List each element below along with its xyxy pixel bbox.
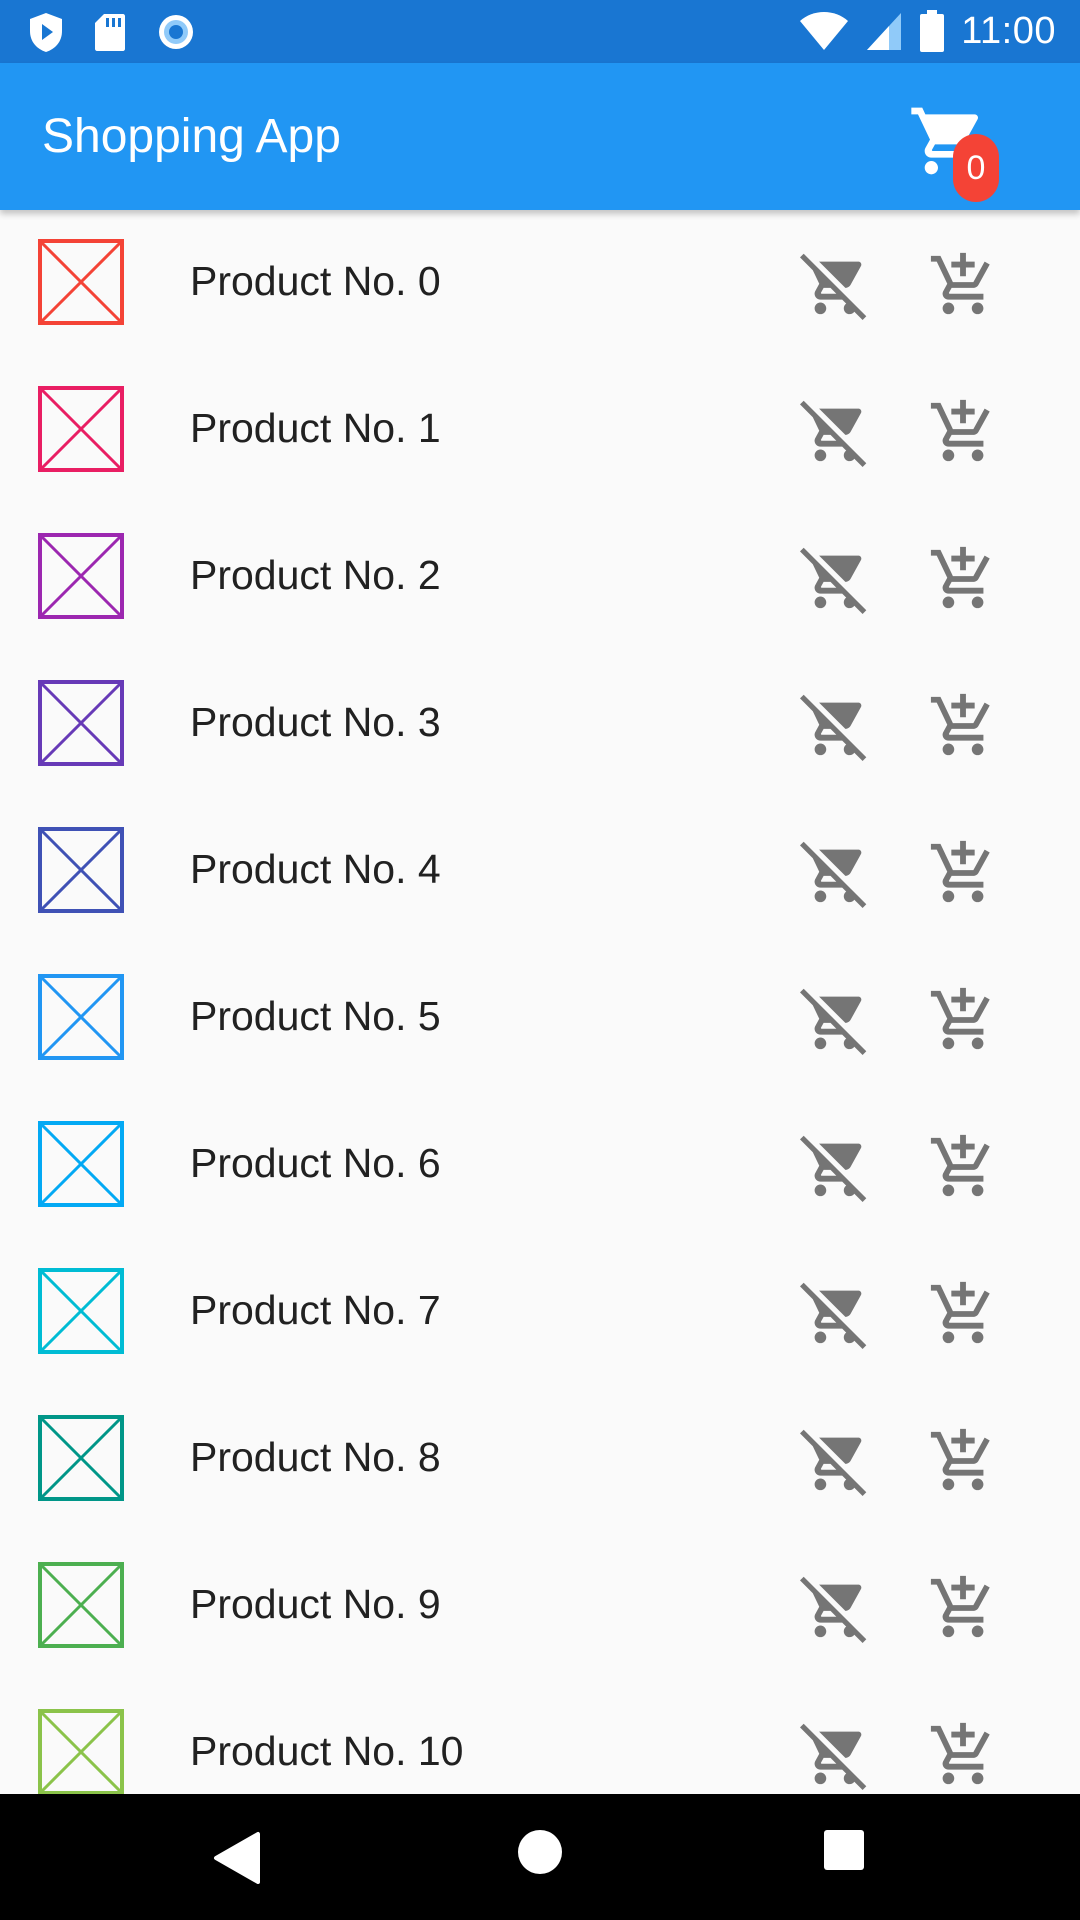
add-to-cart-icon bbox=[930, 1134, 990, 1197]
product-name: Product No. 10 bbox=[190, 1728, 464, 1774]
remove-from-cart-icon bbox=[800, 1576, 867, 1643]
product-image-placeholder-icon bbox=[38, 680, 124, 766]
add-to-cart-icon bbox=[930, 1281, 990, 1344]
remove-from-cart-button[interactable] bbox=[800, 985, 870, 1055]
add-to-cart-icon bbox=[930, 1428, 990, 1491]
signal-icon bbox=[867, 13, 902, 50]
product-image-placeholder-icon bbox=[38, 239, 124, 325]
product-row[interactable]: Product No. 3 bbox=[0, 651, 1080, 798]
remove-from-cart-button[interactable] bbox=[800, 838, 870, 908]
remove-from-cart-icon bbox=[800, 253, 867, 320]
product-name: Product No. 5 bbox=[190, 993, 441, 1039]
status-bar: 11:00 bbox=[0, 0, 1080, 63]
remove-from-cart-icon bbox=[800, 547, 867, 614]
product-row[interactable]: Product No. 10 bbox=[0, 1680, 1080, 1794]
add-to-cart-button[interactable] bbox=[928, 1279, 998, 1349]
product-row[interactable]: Product No. 9 bbox=[0, 1533, 1080, 1680]
add-to-cart-icon bbox=[930, 987, 990, 1050]
product-name: Product No. 2 bbox=[190, 552, 441, 598]
product-name: Product No. 8 bbox=[190, 1434, 441, 1480]
add-to-cart-button[interactable] bbox=[928, 1132, 998, 1202]
product-image-placeholder-icon bbox=[38, 1415, 124, 1501]
add-to-cart-button[interactable] bbox=[928, 985, 998, 1055]
product-row[interactable]: Product No. 6 bbox=[0, 1092, 1080, 1239]
add-to-cart-button[interactable] bbox=[928, 1720, 998, 1790]
add-to-cart-icon bbox=[930, 693, 990, 756]
remove-from-cart-button[interactable] bbox=[800, 1426, 870, 1496]
add-to-cart-icon bbox=[930, 252, 990, 315]
add-to-cart-button[interactable] bbox=[928, 544, 998, 614]
remove-from-cart-icon bbox=[800, 1135, 867, 1202]
app-title: Shopping App bbox=[42, 110, 341, 163]
home-icon[interactable] bbox=[518, 1830, 562, 1874]
product-name: Product No. 3 bbox=[190, 699, 441, 745]
add-to-cart-button[interactable] bbox=[928, 691, 998, 761]
product-name: Product No. 7 bbox=[190, 1287, 441, 1333]
add-to-cart-button[interactable] bbox=[928, 250, 998, 320]
add-to-cart-button[interactable] bbox=[928, 1426, 998, 1496]
add-to-cart-button[interactable] bbox=[928, 397, 998, 467]
remove-from-cart-icon bbox=[800, 694, 867, 761]
remove-from-cart-button[interactable] bbox=[800, 1573, 870, 1643]
product-row[interactable]: Product No. 2 bbox=[0, 504, 1080, 651]
product-name: Product No. 0 bbox=[190, 258, 441, 304]
add-to-cart-icon bbox=[930, 1575, 990, 1638]
navigation-bar bbox=[0, 1794, 1080, 1920]
product-image-placeholder-icon bbox=[38, 1709, 124, 1794]
remove-from-cart-icon bbox=[800, 988, 867, 1055]
add-to-cart-icon bbox=[930, 546, 990, 609]
wifi-icon bbox=[800, 12, 849, 50]
product-image-placeholder-icon bbox=[38, 974, 124, 1060]
product-row[interactable]: Product No. 5 bbox=[0, 945, 1080, 1092]
play-protect-icon bbox=[30, 13, 62, 52]
remove-from-cart-icon bbox=[800, 1282, 867, 1349]
product-name: Product No. 6 bbox=[190, 1140, 441, 1186]
product-row[interactable]: Product No. 1 bbox=[0, 357, 1080, 504]
add-to-cart-icon bbox=[930, 399, 990, 462]
product-name: Product No. 9 bbox=[190, 1581, 441, 1627]
remove-from-cart-button[interactable] bbox=[800, 1279, 870, 1349]
product-name: Product No. 4 bbox=[190, 846, 441, 892]
product-row[interactable]: Product No. 8 bbox=[0, 1386, 1080, 1533]
remove-from-cart-icon bbox=[800, 400, 867, 467]
product-image-placeholder-icon bbox=[38, 1121, 124, 1207]
add-to-cart-button[interactable] bbox=[928, 838, 998, 908]
status-time: 11:00 bbox=[961, 9, 1056, 52]
remove-from-cart-button[interactable] bbox=[800, 544, 870, 614]
remove-from-cart-button[interactable] bbox=[800, 1720, 870, 1790]
record-icon bbox=[159, 15, 193, 49]
product-row[interactable]: Product No. 0 bbox=[0, 210, 1080, 357]
sd-card-icon bbox=[95, 14, 125, 51]
add-to-cart-button[interactable] bbox=[928, 1573, 998, 1643]
remove-from-cart-icon bbox=[800, 1429, 867, 1496]
remove-from-cart-icon bbox=[800, 1723, 867, 1790]
product-row[interactable]: Product No. 4 bbox=[0, 798, 1080, 945]
product-name: Product No. 1 bbox=[190, 405, 441, 451]
battery-icon bbox=[920, 10, 945, 52]
product-image-placeholder-icon bbox=[38, 1268, 124, 1354]
add-to-cart-icon bbox=[930, 840, 990, 903]
product-image-placeholder-icon bbox=[38, 386, 124, 472]
product-list[interactable]: Product No. 0 Product No. 1 Product No. 2 P… bbox=[0, 210, 1080, 1794]
recents-icon[interactable] bbox=[824, 1830, 864, 1870]
cart-count-badge: 0 bbox=[953, 134, 999, 202]
add-to-cart-icon bbox=[930, 1722, 990, 1785]
remove-from-cart-button[interactable] bbox=[800, 1132, 870, 1202]
product-image-placeholder-icon bbox=[38, 533, 124, 619]
remove-from-cart-icon bbox=[800, 841, 867, 908]
app-bar: Shopping App 0 bbox=[0, 63, 1080, 210]
product-image-placeholder-icon bbox=[38, 827, 124, 913]
product-row[interactable]: Product No. 7 bbox=[0, 1239, 1080, 1386]
back-icon[interactable] bbox=[212, 1830, 262, 1886]
remove-from-cart-button[interactable] bbox=[800, 250, 870, 320]
remove-from-cart-button[interactable] bbox=[800, 397, 870, 467]
product-image-placeholder-icon bbox=[38, 1562, 124, 1648]
remove-from-cart-button[interactable] bbox=[800, 691, 870, 761]
